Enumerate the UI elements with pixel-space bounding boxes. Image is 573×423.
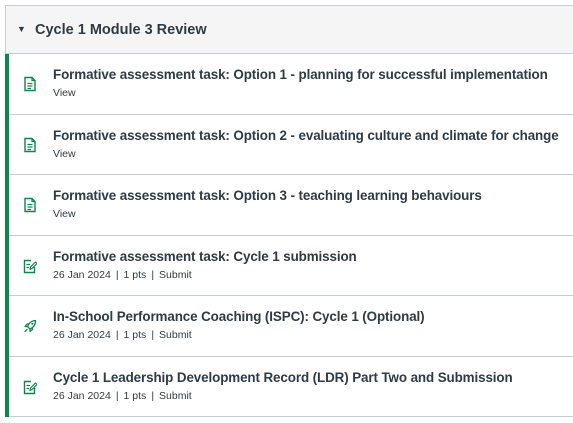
item-title-link[interactable]: Formative assessment task: Cycle 1 submi… bbox=[53, 249, 357, 264]
due-date: 26 Jan 2024 bbox=[53, 329, 111, 341]
points: 1 pts bbox=[123, 268, 147, 281]
document-icon bbox=[23, 137, 37, 153]
item-meta: View bbox=[53, 148, 76, 160]
module-header[interactable]: ▼ Cycle 1 Module 3 Review bbox=[6, 5, 573, 54]
rocket-icon bbox=[23, 318, 37, 334]
view-link[interactable]: View bbox=[53, 87, 76, 99]
item-meta: View bbox=[53, 208, 76, 220]
points: 1 pts bbox=[123, 329, 147, 341]
submit-link[interactable]: Submit bbox=[159, 269, 192, 281]
module-item: Formative assessment task: Option 1 - pl… bbox=[5, 54, 573, 115]
submit-link[interactable]: Submit bbox=[159, 329, 192, 341]
module-item: Formative assessment task: Cycle 1 submi… bbox=[5, 235, 573, 296]
module-item: Formative assessment task: Option 3 - te… bbox=[5, 175, 573, 236]
document-icon bbox=[23, 197, 37, 213]
module-item: Formative assessment task: Option 2 - ev… bbox=[5, 114, 573, 175]
document-icon bbox=[23, 76, 37, 92]
module-item: In-School Performance Coaching (ISPC): C… bbox=[5, 296, 573, 357]
assignment-edit-icon bbox=[23, 258, 37, 274]
item-meta: 26 Jan 2024 | 1 pts | Submit bbox=[53, 389, 192, 402]
item-title-link[interactable]: Formative assessment task: Option 1 - pl… bbox=[53, 67, 548, 82]
item-title-link[interactable]: Cycle 1 Leadership Development Record (L… bbox=[53, 370, 513, 385]
item-title-link[interactable]: Formative assessment task: Option 2 - ev… bbox=[53, 128, 559, 143]
assignment-edit-icon bbox=[23, 379, 37, 395]
view-link[interactable]: View bbox=[53, 148, 76, 160]
module-item: Cycle 1 Leadership Development Record (L… bbox=[5, 356, 573, 417]
view-link[interactable]: View bbox=[53, 208, 76, 220]
module-container: ▼ Cycle 1 Module 3 Review Formative asse… bbox=[5, 5, 573, 417]
due-date: 26 Jan 2024 bbox=[53, 389, 111, 402]
item-meta: 26 Jan 2024 | 1 pts | Submit bbox=[53, 329, 192, 341]
item-title-link[interactable]: In-School Performance Coaching (ISPC): C… bbox=[53, 309, 425, 324]
module-title: Cycle 1 Module 3 Review bbox=[35, 21, 207, 38]
submit-link[interactable]: Submit bbox=[159, 390, 192, 402]
item-meta: 26 Jan 2024 | 1 pts | Submit bbox=[53, 268, 192, 281]
item-title-link[interactable]: Formative assessment task: Option 3 - te… bbox=[53, 188, 482, 203]
points: 1 pts bbox=[123, 389, 147, 402]
item-meta: View bbox=[53, 87, 76, 99]
caret-down-icon[interactable]: ▼ bbox=[17, 25, 26, 34]
due-date: 26 Jan 2024 bbox=[53, 268, 111, 281]
